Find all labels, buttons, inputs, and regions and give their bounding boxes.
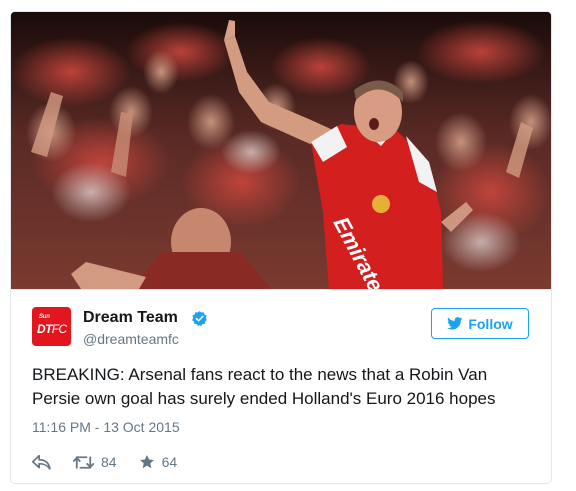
fans-photo-illustration: Emirates [11,12,551,289]
avatar-brand-main: DTFC [37,322,67,336]
retweet-icon [73,455,94,469]
like-button[interactable]: 64 [139,454,178,470]
author-handle[interactable]: @dreamteamfc [83,330,179,348]
retweet-button[interactable]: 84 [73,454,117,470]
tweet-photo[interactable]: Emirates [11,12,551,289]
tweet-timestamp[interactable]: 11:16 PM - 13 Oct 2015 [32,418,180,436]
avatar-brand-dt: DT [37,322,52,336]
avatar-brand-small: Sun [39,314,50,320]
author-name[interactable]: Dream Team [83,308,178,328]
follow-button-label: Follow [468,315,513,332]
tweet-text: BREAKING: Arsenal fans react to the news… [32,365,496,408]
verified-badge-icon [192,311,207,326]
avatar-brand-fc: FC [51,322,67,336]
star-icon [139,455,154,469]
avatar[interactable]: Sun DTFC [32,307,71,346]
tweet-card: Emirates Sun DTFC Dream Team @dreamteamf… [10,11,552,484]
retweet-count: 84 [101,454,117,470]
twitter-bird-icon [447,317,463,330]
like-count: 64 [161,454,178,470]
media-divider [11,289,551,290]
tweet-actions: 84 64 [32,452,177,472]
reply-icon [32,454,51,470]
reply-button[interactable] [32,454,51,470]
follow-button[interactable]: Follow [431,308,529,339]
